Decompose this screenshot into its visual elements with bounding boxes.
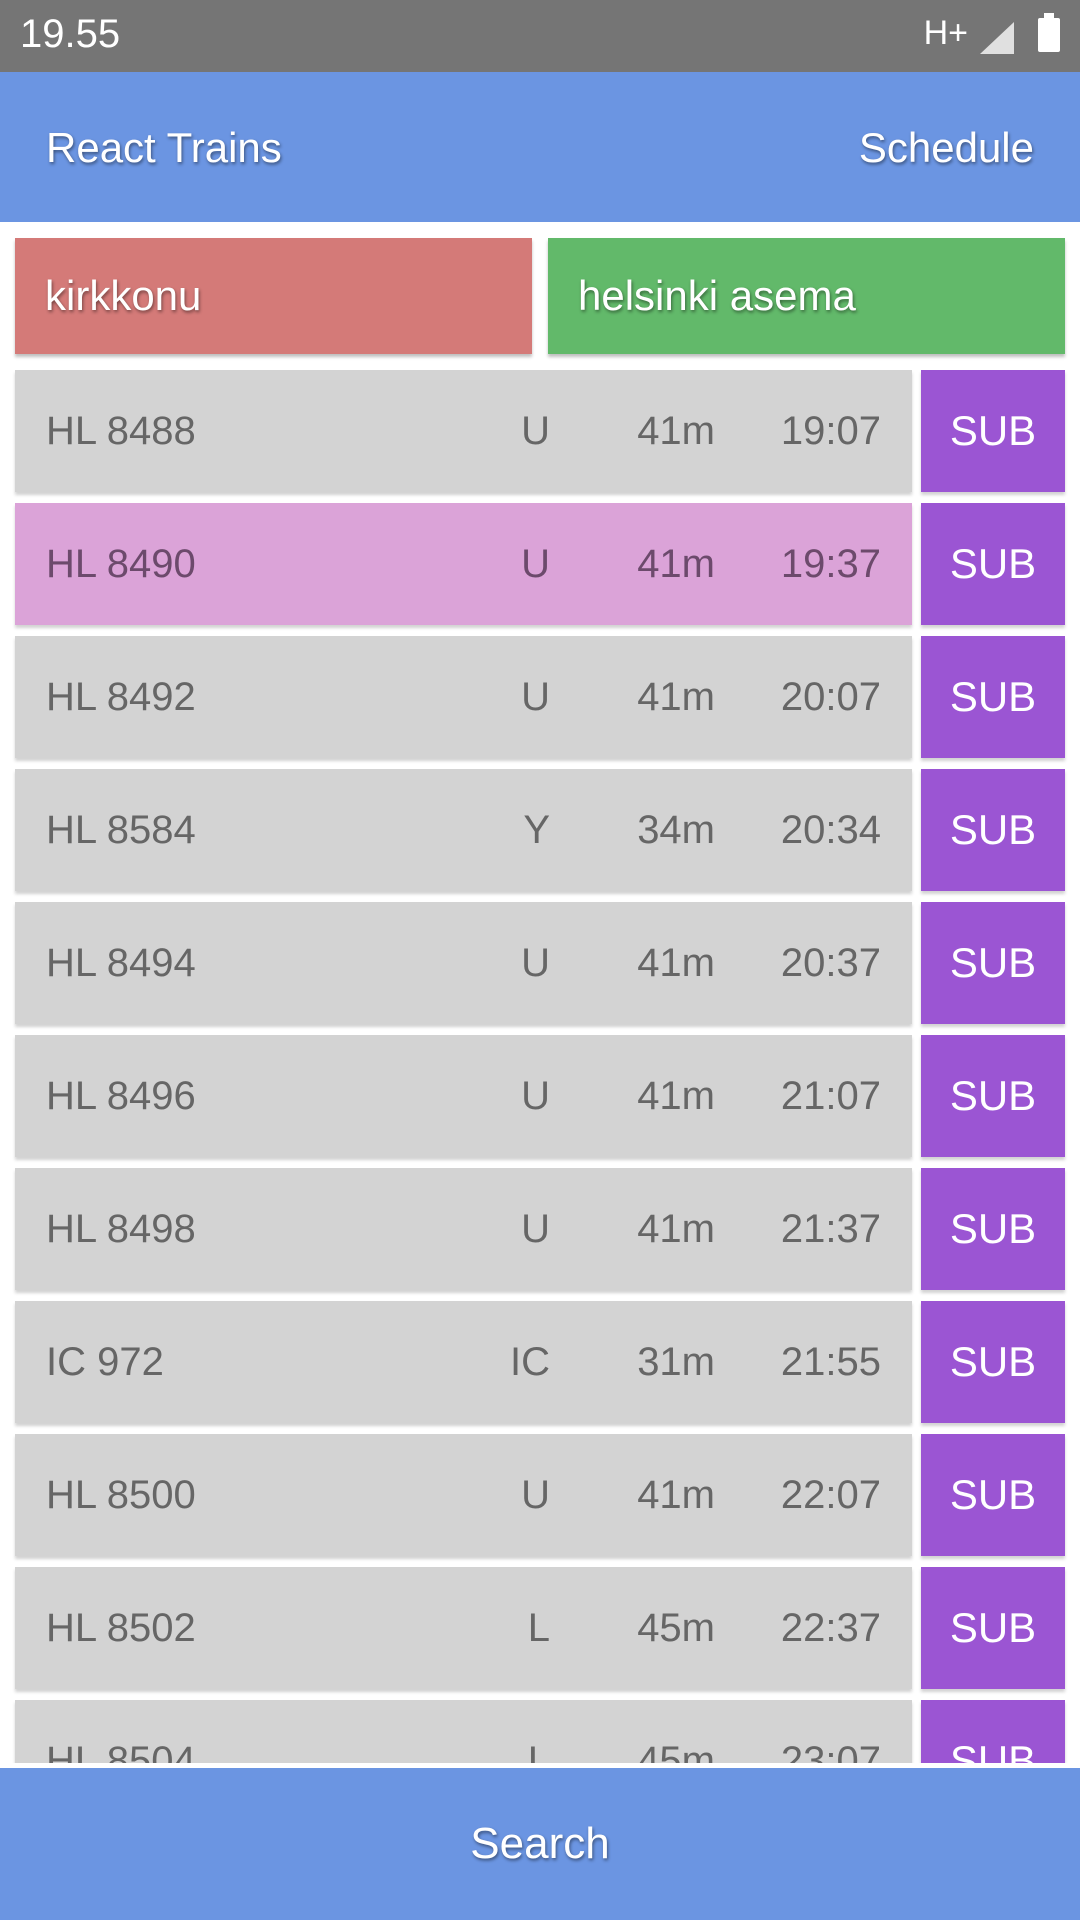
train-duration: 41m (637, 941, 715, 985)
subscribe-button[interactable]: SUB (921, 1567, 1065, 1689)
train-duration: 41m (637, 675, 715, 719)
train-number: HL 8496 (46, 1074, 196, 1118)
subscribe-button[interactable]: SUB (921, 503, 1065, 625)
app-bar: React Trains Schedule (0, 72, 1080, 222)
train-row[interactable]: HL 8498 U 41m 21:37 SUB (15, 1168, 1065, 1290)
train-type: U (521, 542, 550, 586)
train-departure-time: 22:07 (780, 1473, 881, 1517)
train-type: IC (510, 1340, 550, 1384)
network-type: H+ (923, 14, 968, 52)
schedule-button[interactable]: Schedule (859, 124, 1034, 172)
train-duration: 41m (637, 1207, 715, 1251)
train-departure-time: 20:37 (780, 941, 881, 985)
train-row[interactable]: HL 8496 U 41m 21:07 SUB (15, 1035, 1065, 1157)
train-info[interactable]: HL 8496 U 41m 21:07 (15, 1035, 912, 1157)
train-row[interactable]: HL 8584 Y 34m 20:34 SUB (15, 769, 1065, 891)
train-type: U (521, 1207, 550, 1251)
train-number: HL 8488 (46, 409, 196, 453)
train-row[interactable]: HL 8488 U 41m 19:07 SUB (15, 370, 1065, 492)
train-duration: 41m (637, 1074, 715, 1118)
train-number: HL 8500 (46, 1473, 196, 1517)
train-departure-time: 21:07 (780, 1074, 881, 1118)
train-departure-time: 20:34 (780, 808, 881, 852)
train-duration: 41m (637, 542, 715, 586)
train-number: HL 8584 (46, 808, 196, 852)
train-duration: 45m (637, 1606, 715, 1650)
train-row[interactable]: HL 8504 L 45m 23:07 SUB (15, 1700, 1065, 1763)
train-departure-time: 20:07 (780, 675, 881, 719)
train-type: U (521, 1074, 550, 1118)
from-station-input[interactable]: kirkkonu (15, 238, 532, 354)
subscribe-button[interactable]: SUB (921, 1168, 1065, 1290)
battery-icon (1038, 13, 1060, 52)
train-duration: 41m (637, 409, 715, 453)
train-number: HL 8498 (46, 1207, 196, 1251)
train-list[interactable]: HL 8488 U 41m 19:07 SUB HL 8490 U 41m 19:37 SUB HL… (0, 370, 1080, 1763)
train-info[interactable]: HL 8490 U 41m 19:37 (15, 503, 912, 625)
subscribe-button[interactable]: SUB (921, 370, 1065, 492)
subscribe-button[interactable]: SUB (921, 1434, 1065, 1556)
train-number: HL 8504 (46, 1739, 196, 1763)
train-number: HL 8502 (46, 1606, 196, 1650)
train-type: L (527, 1606, 550, 1650)
train-duration: 41m (637, 1473, 715, 1517)
train-info[interactable]: HL 8504 L 45m 23:07 (15, 1700, 912, 1763)
train-number: HL 8492 (46, 675, 196, 719)
status-time: 19.55 (20, 12, 121, 56)
train-type: U (521, 409, 550, 453)
train-info[interactable]: HL 8502 L 45m 22:37 (15, 1567, 912, 1689)
train-number: IC 972 (46, 1340, 164, 1384)
train-row[interactable]: IC 972 IC 31m 21:55 SUB (15, 1301, 1065, 1423)
train-row[interactable]: HL 8492 U 41m 20:07 SUB (15, 636, 1065, 758)
train-departure-time: 21:55 (780, 1340, 881, 1384)
train-departure-time: 22:37 (780, 1606, 881, 1650)
train-info[interactable]: HL 8494 U 41m 20:37 (15, 902, 912, 1024)
train-duration: 45m (637, 1739, 715, 1763)
train-duration: 34m (637, 808, 715, 852)
to-station-input[interactable]: helsinki asema (548, 238, 1065, 354)
search-button[interactable]: Search (0, 1768, 1080, 1920)
train-info[interactable]: HL 8492 U 41m 20:07 (15, 636, 912, 758)
train-row[interactable]: HL 8490 U 41m 19:37 SUB (15, 503, 1065, 625)
subscribe-button[interactable]: SUB (921, 1035, 1065, 1157)
train-info[interactable]: HL 8500 U 41m 22:07 (15, 1434, 912, 1556)
train-row[interactable]: HL 8500 U 41m 22:07 SUB (15, 1434, 1065, 1556)
subscribe-button[interactable]: SUB (921, 636, 1065, 758)
train-info[interactable]: HL 8584 Y 34m 20:34 (15, 769, 912, 891)
train-departure-time: 19:07 (780, 409, 881, 453)
train-row[interactable]: HL 8502 L 45m 22:37 SUB (15, 1567, 1065, 1689)
train-info[interactable]: IC 972 IC 31m 21:55 (15, 1301, 912, 1423)
subscribe-button[interactable]: SUB (921, 1700, 1065, 1763)
train-number: HL 8490 (46, 542, 196, 586)
train-info[interactable]: HL 8488 U 41m 19:07 (15, 370, 912, 492)
signal-icon (980, 22, 1014, 54)
train-info[interactable]: HL 8498 U 41m 21:37 (15, 1168, 912, 1290)
train-type: U (521, 675, 550, 719)
train-type: U (521, 941, 550, 985)
train-type: U (521, 1473, 550, 1517)
status-bar: 19.55 H+ (0, 0, 1080, 72)
train-row[interactable]: HL 8494 U 41m 20:37 SUB (15, 902, 1065, 1024)
app-title: React Trains (46, 124, 282, 171)
subscribe-button[interactable]: SUB (921, 1301, 1065, 1423)
train-type: Y (523, 808, 550, 852)
train-departure-time: 23:07 (780, 1739, 881, 1763)
train-number: HL 8494 (46, 941, 196, 985)
train-departure-time: 19:37 (780, 542, 881, 586)
train-duration: 31m (637, 1340, 715, 1384)
train-type: L (527, 1739, 550, 1763)
subscribe-button[interactable]: SUB (921, 769, 1065, 891)
subscribe-button[interactable]: SUB (921, 902, 1065, 1024)
train-departure-time: 21:37 (780, 1207, 881, 1251)
